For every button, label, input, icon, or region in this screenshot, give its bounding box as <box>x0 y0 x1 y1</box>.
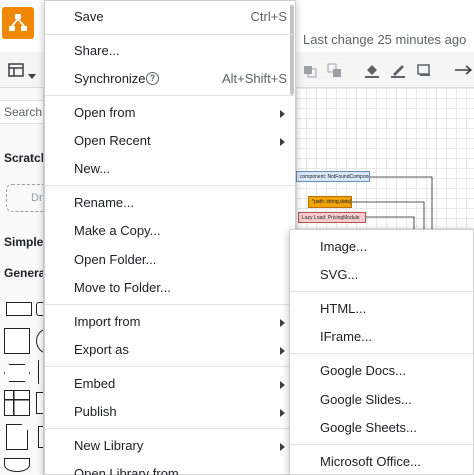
menu-item-label: Google Sheets... <box>320 420 417 435</box>
shape-rectangle[interactable] <box>6 302 32 316</box>
menu-item-move-to-folder[interactable]: Move to Folder... <box>45 274 295 302</box>
menu-separator <box>45 185 295 186</box>
chevron-down-icon[interactable] <box>28 67 44 83</box>
chevron-right-icon <box>280 138 285 146</box>
to-back-icon[interactable] <box>326 62 342 78</box>
menu-item-synchronize[interactable]: Synchronize ? Alt+Shift+S <box>45 65 295 93</box>
menu-item-publish[interactable]: Publish <box>45 398 295 426</box>
menu-item-label: Open from <box>74 105 136 120</box>
menu-item-label: Rename... <box>74 195 134 210</box>
chevron-right-icon <box>280 319 285 327</box>
menu-item-label: Open Library from <box>74 466 179 475</box>
menu-item-save[interactable]: Save Ctrl+S <box>45 3 295 31</box>
simple-section-label[interactable]: Simple <box>4 235 43 249</box>
menu-separator <box>45 304 295 305</box>
connection-arrow-icon[interactable] <box>454 62 473 78</box>
search-placeholder: Search S <box>4 105 43 119</box>
shape-document[interactable] <box>4 458 30 472</box>
submenu-item-google-slides[interactable]: Google Slides... <box>290 386 473 414</box>
menu-item-label: Publish <box>74 404 117 419</box>
menu-item-label: Share... <box>74 43 120 58</box>
shortcut-label: Alt+Shift+S <box>221 71 287 86</box>
menu-separator <box>45 428 295 429</box>
menu-separator <box>45 95 295 96</box>
menu-item-label: Open Folder... <box>74 252 157 267</box>
submenu-item-svg[interactable]: SVG... <box>290 261 473 289</box>
menu-item-label: Import from <box>74 314 141 329</box>
shapes-sidebar: Search S Scratch Dr Simple Genera <box>0 88 44 475</box>
fill-color-icon[interactable] <box>364 62 380 78</box>
chevron-right-icon <box>280 443 285 451</box>
menu-item-label: Export as <box>74 342 129 357</box>
menu-item-open-library-from[interactable]: Open Library from <box>45 460 295 475</box>
general-section-label[interactable]: Genera <box>4 266 43 280</box>
menu-item-label: Embed <box>74 376 116 391</box>
menu-item-label: HTML... <box>320 301 367 316</box>
submenu-item-image[interactable]: Image... <box>290 233 473 261</box>
shape-square[interactable] <box>4 328 30 354</box>
menu-item-label: IFrame... <box>320 329 373 344</box>
scratchpad-drop-area[interactable]: Dr <box>6 184 43 212</box>
menu-item-label: Open Recent <box>74 133 151 148</box>
shape-rounded-rectangle[interactable] <box>36 302 43 316</box>
submenu-item-microsoft-office[interactable]: Microsoft Office... <box>290 448 473 475</box>
menu-item-new[interactable]: New... <box>45 155 295 183</box>
layout-panel-icon[interactable] <box>8 62 24 78</box>
menu-item-label: Microsoft Office... <box>320 454 421 469</box>
shape-hexagon[interactable] <box>4 364 30 382</box>
menu-item-make-a-copy[interactable]: Make a Copy... <box>45 217 295 245</box>
menu-item-label: Move to Folder... <box>74 280 171 295</box>
menu-separator <box>45 34 295 35</box>
menu-item-label: New... <box>74 161 111 176</box>
diagram-icon <box>9 14 27 31</box>
line-color-icon[interactable] <box>390 62 406 78</box>
menu-item-label: Synchronize <box>74 71 146 86</box>
menu-item-export-as[interactable]: Export as <box>45 336 295 364</box>
menu-item-label: New Library <box>74 438 144 453</box>
shape-table[interactable] <box>4 390 30 416</box>
menu-item-open-folder[interactable]: Open Folder... <box>45 246 295 274</box>
shape-note[interactable] <box>6 424 28 450</box>
submenu-item-google-sheets[interactable]: Google Sheets... <box>290 414 473 442</box>
to-front-icon[interactable] <box>302 62 318 78</box>
menu-separator <box>290 353 473 354</box>
menu-item-label: Google Docs... <box>320 363 406 378</box>
draft-label: Dr <box>31 192 43 204</box>
menu-item-label: Make a Copy... <box>74 223 161 238</box>
menu-separator <box>45 366 295 367</box>
export-submenu: Image... SVG... HTML... IFrame... Google… <box>289 229 474 475</box>
menu-item-label: Google Slides... <box>320 392 412 407</box>
menu-item-rename[interactable]: Rename... <box>45 189 295 217</box>
last-change-status[interactable]: Last change 25 minutes ago <box>303 32 466 47</box>
submenu-item-google-docs[interactable]: Google Docs... <box>290 357 473 385</box>
menu-separator <box>290 444 473 445</box>
menu-item-new-library[interactable]: New Library <box>45 432 295 460</box>
menu-item-embed[interactable]: Embed <box>45 370 295 398</box>
submenu-item-html[interactable]: HTML... <box>290 295 473 323</box>
shape-circle[interactable] <box>36 328 43 354</box>
menu-item-open-recent[interactable]: Open Recent <box>45 127 295 155</box>
menu-item-label: Image... <box>320 239 367 254</box>
shape-cube[interactable] <box>36 392 43 414</box>
file-menu: Save Ctrl+S Share... Synchronize ? Alt+S… <box>44 0 296 475</box>
menu-separator <box>290 291 473 292</box>
shortcut-label: Ctrl+S <box>250 9 287 24</box>
menu-item-label: Save <box>74 9 104 24</box>
chevron-right-icon <box>280 381 285 389</box>
sidebar-search-input[interactable]: Search S <box>0 100 43 124</box>
menu-item-label: SVG... <box>320 267 359 282</box>
menu-item-import-from[interactable]: Import from <box>45 308 295 336</box>
submenu-item-iframe[interactable]: IFrame... <box>290 323 473 351</box>
chevron-right-icon <box>280 110 285 118</box>
menu-item-open-from[interactable]: Open from <box>45 99 295 127</box>
help-icon[interactable]: ? <box>146 72 159 85</box>
scratchpad-label[interactable]: Scratch <box>4 151 43 165</box>
shadow-icon[interactable] <box>416 62 432 78</box>
drawio-logo[interactable] <box>2 7 34 39</box>
chevron-right-icon <box>280 409 285 417</box>
menu-item-share[interactable]: Share... <box>45 37 295 65</box>
chevron-right-icon <box>280 347 285 355</box>
